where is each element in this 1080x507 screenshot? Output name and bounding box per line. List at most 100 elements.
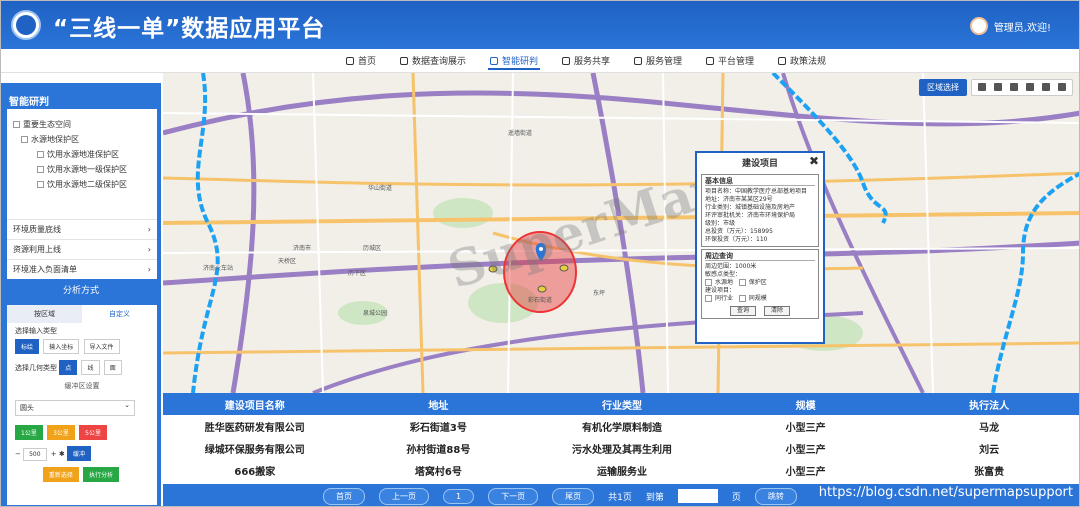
buffer-5km-button[interactable]: 5公里 — [79, 425, 107, 440]
water-source-checkbox[interactable] — [705, 279, 712, 286]
col-address: 地址 — [428, 400, 449, 412]
goto-page-input[interactable] — [677, 489, 718, 503]
pencil-icon[interactable] — [1010, 83, 1018, 91]
plus-icon[interactable]: + — [51, 450, 57, 458]
first-page-button[interactable]: 首页 — [323, 487, 365, 505]
menu-resource-limit[interactable]: 资源利用上线 › — [7, 239, 157, 259]
user-info[interactable]: 管理员,欢迎! — [969, 17, 1051, 35]
buffer-shape-select[interactable]: 圆头 — [15, 398, 135, 416]
popup-basic-title: 基本信息 — [705, 177, 815, 186]
sidebar: 智能研判 重要生态空间 水源地保护区 饮用水源地准保护区 饮用水源地一级保护区 … — [1, 83, 161, 506]
print-icon[interactable] — [994, 83, 1002, 91]
last-page-button[interactable]: 尾页 — [552, 487, 595, 505]
tree-item[interactable]: 重要生态空间 — [13, 117, 151, 132]
point-button[interactable]: 点 — [59, 360, 78, 375]
col-project-name: 建设项目名称 — [224, 400, 285, 412]
reset-button[interactable]: 重新选择 — [42, 467, 79, 482]
nav-home[interactable]: 首页 — [334, 49, 388, 72]
tree-item[interactable]: 饮用水源地一级保护区 — [13, 162, 151, 177]
popup-field: 环保投资（万元）：110 — [705, 236, 768, 243]
tree-item[interactable]: 水源地保护区 — [13, 132, 151, 147]
table-header: 建设项目名称 地址 行业类型 规模 执行法人 — [163, 393, 1079, 415]
buffer-button[interactable]: 缓冲 — [67, 446, 92, 461]
run-analysis-button[interactable]: 执行分析 — [83, 467, 120, 482]
map-label: 天桥区 — [278, 258, 297, 265]
analysis-panel: 按区域 自定义 选择输入类型 标绘 输入坐标 导入文件 选择几何类型 点 线 面… — [7, 305, 157, 505]
measure-icon[interactable] — [1026, 83, 1034, 91]
export-icon[interactable] — [1042, 83, 1050, 91]
checkbox[interactable] — [37, 166, 44, 173]
prev-page-button[interactable]: 上一页 — [379, 487, 429, 505]
nav-service-manage[interactable]: 服务管理 — [622, 49, 694, 72]
map-label: 济南火车站 — [203, 265, 234, 272]
layer-tree: 重要生态空间 水源地保护区 饮用水源地准保护区 饮用水源地一级保护区 饮用水源地… — [7, 109, 157, 219]
popup-field: 级别：市级 — [705, 220, 736, 227]
tab-by-region[interactable]: 按区域 — [7, 305, 82, 323]
tab-custom[interactable]: 自定义 — [82, 305, 157, 323]
menu-env-quality[interactable]: 环境质量底线 › — [7, 219, 157, 239]
checkbox[interactable] — [37, 151, 44, 158]
map-view[interactable]: SuperMap 济南火车站 济南市 历下区 天桥区 历城区 泉城公园 彩石街道… — [163, 73, 1079, 393]
draw-button[interactable]: 标绘 — [15, 339, 40, 354]
next-page-button[interactable]: 下一页 — [488, 487, 539, 505]
table-row[interactable]: 绿城环保服务有限公司 孙村街道88号 污水处理及其再生利用 小型三产 刘云 — [163, 437, 1079, 459]
buffer-value-input[interactable]: 500 — [23, 448, 47, 461]
project-popup: 建设项目 ✖ 基本信息 项目名称：中国教学医疗总部基地项目 地址：济南市某某区2… — [695, 151, 825, 344]
layers-icon[interactable] — [978, 83, 986, 91]
checkbox[interactable] — [21, 136, 28, 143]
nav-policy[interactable]: 政策法规 — [766, 49, 838, 72]
close-icon[interactable]: ✖ — [809, 154, 819, 168]
menu-negative-list[interactable]: 环境准入负面清单 › — [7, 259, 157, 279]
goto-label: 到第 — [645, 492, 664, 503]
protected-area-checkbox[interactable] — [738, 279, 746, 286]
minus-icon[interactable]: − — [15, 450, 21, 458]
document-icon — [399, 56, 408, 65]
query-button[interactable]: 查询 — [729, 306, 756, 316]
checkbox[interactable] — [37, 181, 44, 188]
table-row[interactable]: 666搬家 塔窝村6号 运输服务业 小型三产 张富贵 — [163, 459, 1079, 481]
goto-button[interactable]: 跳转 — [754, 487, 797, 505]
map-tool-group — [971, 79, 1073, 96]
input-type-label: 选择输入类型 — [15, 327, 57, 335]
line-button[interactable]: 线 — [81, 360, 100, 375]
side-menu: 环境质量底线 › 资源利用上线 › 环境准入负面清单 › — [7, 219, 157, 279]
tree-item[interactable]: 饮用水源地准保护区 — [13, 147, 151, 162]
table-row[interactable]: 胜华医药研发有限公司 彩石街道3号 有机化学原料制造 小型三产 马龙 — [163, 415, 1079, 437]
checkbox[interactable] — [13, 121, 20, 128]
analysis-icon — [489, 56, 498, 65]
popup-field: 敏感点类型： — [705, 271, 742, 278]
polygon-button[interactable]: 面 — [103, 360, 122, 375]
top-nav: 首页 数据查询展示 智能研判 服务共享 服务管理 平台管理 政策法规 — [1, 49, 1079, 73]
avatar-icon — [969, 17, 988, 35]
same-scale-checkbox[interactable] — [738, 295, 746, 302]
page-number[interactable]: 1 — [443, 488, 475, 504]
same-industry-checkbox[interactable] — [705, 295, 712, 302]
header: “三线一单”数据应用平台 管理员,欢迎! — [1, 1, 1079, 49]
map-label: 历下区 — [348, 270, 367, 277]
clear-icon[interactable] — [1058, 83, 1066, 91]
map-label: 历城区 — [363, 245, 382, 252]
analysis-tabs: 按区域 自定义 — [7, 305, 157, 323]
nav-smart-analysis[interactable]: 智能研判 — [478, 49, 550, 72]
map-label: 泉城公园 — [363, 310, 388, 317]
map-toolbar: 区域选择 — [919, 79, 1073, 96]
nav-platform-manage[interactable]: 平台管理 — [694, 49, 766, 72]
coord-input-button[interactable]: 输入坐标 — [43, 339, 80, 354]
tree-item[interactable]: 饮用水源地二级保护区 — [13, 177, 151, 192]
watermark-url: https://blog.csdn.net/supermapsupport — [818, 485, 1073, 500]
map-label: 东坪 — [593, 290, 606, 297]
region-select-button[interactable]: 区域选择 — [919, 79, 967, 96]
buffer-1km-button[interactable]: 1公里 — [15, 425, 43, 440]
service-icon — [634, 56, 642, 65]
popup-field: 总投资（万元）：158995 — [705, 228, 773, 235]
platform-icon — [706, 56, 715, 65]
nav-service-share[interactable]: 服务共享 — [550, 49, 622, 72]
nav-data-query[interactable]: 数据查询展示 — [388, 49, 478, 72]
col-industry: 行业类型 — [601, 400, 642, 412]
chevron-right-icon: › — [147, 245, 151, 254]
popup-title: 建设项目 ✖ — [741, 154, 819, 169]
popup-field: 建设项目： — [705, 287, 736, 294]
clear-button[interactable]: 清除 — [764, 306, 791, 316]
import-file-button[interactable]: 导入文件 — [83, 339, 120, 354]
buffer-3km-button[interactable]: 3公里 — [47, 425, 75, 440]
